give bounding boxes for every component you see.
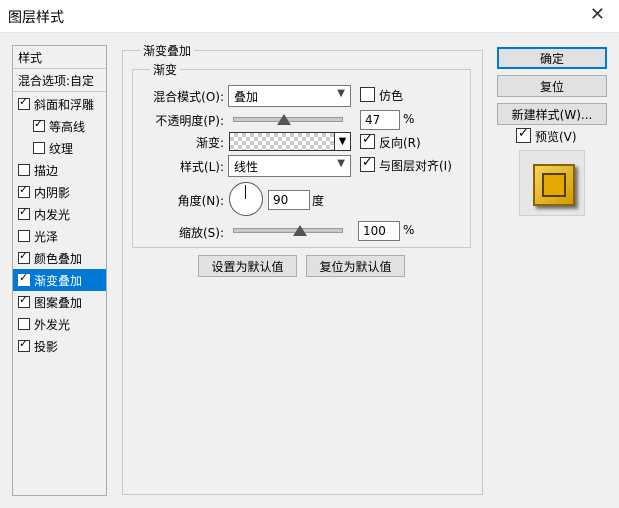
preview-checkbox[interactable]: [516, 126, 531, 143]
blend-options-item[interactable]: 混合选项:自定: [13, 69, 106, 92]
styles-list: 样式 混合选项:自定 斜面和浮雕 等高线 纹理 描边 内阴影 内发光 光泽 颜色…: [12, 45, 107, 496]
satin-checkbox[interactable]: [18, 230, 30, 242]
contour-checkbox[interactable]: [33, 117, 45, 132]
window-title: 图层样式: [8, 10, 64, 26]
style-item-label: 纹理: [49, 142, 74, 156]
angle-dial-needle: [245, 185, 246, 199]
style-item-label: 渐变叠加: [34, 274, 83, 288]
scale-unit: %: [403, 223, 415, 237]
style-item-drop-shadow[interactable]: 投影: [13, 335, 106, 357]
blend-mode-label: 混合模式(O):: [153, 90, 224, 104]
new-style-button[interactable]: 新建样式(W)...: [497, 103, 607, 125]
style-preview: [519, 150, 585, 216]
scale-slider-track[interactable]: [233, 228, 343, 233]
preview-swatch: [533, 164, 575, 206]
style-item-label: 描边: [34, 164, 59, 178]
style-item-bevel-emboss[interactable]: 斜面和浮雕: [13, 93, 106, 115]
opacity-label: 不透明度(P):: [155, 114, 224, 128]
gradient-group-title: 渐变: [150, 61, 181, 78]
reset-default-button[interactable]: 复位为默认值: [306, 255, 405, 277]
align-label: 与图层对齐(I): [379, 159, 452, 173]
dither-label: 仿色: [379, 89, 404, 103]
inner-glow-checkbox[interactable]: [18, 205, 30, 220]
angle-unit: 度: [312, 194, 325, 208]
style-item-inner-shadow[interactable]: 内阴影: [13, 181, 106, 203]
scale-slider-thumb[interactable]: [293, 225, 307, 236]
angle-input[interactable]: 90: [268, 190, 310, 210]
pattern-overlay-checkbox[interactable]: [18, 293, 30, 308]
style-item-label: 投影: [34, 340, 59, 354]
reverse-checkbox[interactable]: [360, 132, 375, 149]
style-item-label: 等高线: [49, 120, 86, 134]
style-item-label: 颜色叠加: [34, 252, 83, 266]
opacity-input[interactable]: 47: [360, 110, 400, 130]
styles-header[interactable]: 样式: [13, 46, 106, 69]
style-item-outer-glow[interactable]: 外发光: [13, 313, 106, 335]
chevron-down-icon: ▼: [337, 88, 345, 99]
style-item-satin[interactable]: 光泽: [13, 225, 106, 247]
opacity-slider-thumb[interactable]: [277, 114, 291, 125]
scale-label: 缩放(S):: [178, 226, 224, 240]
style-item-contour[interactable]: 等高线: [13, 115, 106, 137]
dither-checkbox[interactable]: [360, 87, 375, 102]
gradient-swatch[interactable]: [229, 132, 335, 151]
style-item-label: 内发光: [34, 208, 71, 222]
blend-mode-select[interactable]: 叠加 ▼: [228, 85, 351, 107]
gradient-label: 渐变:: [195, 136, 224, 150]
bevel-checkbox[interactable]: [18, 95, 30, 110]
ok-button[interactable]: 确定: [497, 47, 607, 69]
color-overlay-checkbox[interactable]: [18, 249, 30, 264]
gradient-overlay-checkbox[interactable]: [18, 271, 30, 286]
chevron-down-icon: ▼: [337, 158, 345, 169]
style-item-color-overlay[interactable]: 颜色叠加: [13, 247, 106, 269]
gradient-dropdown-icon[interactable]: ▼: [334, 132, 351, 151]
texture-checkbox[interactable]: [33, 142, 45, 154]
preview-label: 预览(V): [535, 130, 577, 144]
style-item-label: 图案叠加: [34, 296, 83, 310]
reverse-label: 反向(R): [379, 136, 421, 150]
reset-button[interactable]: 复位: [497, 75, 607, 97]
style-item-texture[interactable]: 纹理: [13, 137, 106, 159]
style-item-label: 外发光: [34, 318, 71, 332]
scale-input[interactable]: 100: [358, 221, 400, 241]
style-item-gradient-overlay[interactable]: 渐变叠加: [13, 269, 106, 291]
style-item-label: 光泽: [34, 230, 59, 244]
style-item-pattern-overlay[interactable]: 图案叠加: [13, 291, 106, 313]
style-item-label: 内阴影: [34, 186, 71, 200]
inner-shadow-checkbox[interactable]: [18, 183, 30, 198]
close-icon[interactable]: ✕: [590, 4, 605, 25]
outer-glow-checkbox[interactable]: [18, 318, 30, 330]
style-label: 样式(L):: [179, 160, 224, 174]
angle-dial[interactable]: [229, 182, 263, 216]
set-default-button[interactable]: 设置为默认值: [198, 255, 297, 277]
title-bar: 图层样式 ✕: [0, 0, 619, 33]
style-item-inner-glow[interactable]: 内发光: [13, 203, 106, 225]
style-item-label: 斜面和浮雕: [34, 98, 95, 112]
style-item-stroke[interactable]: 描边: [13, 159, 106, 181]
drop-shadow-checkbox[interactable]: [18, 337, 30, 352]
opacity-unit: %: [403, 112, 415, 126]
gradient-overlay-group-title: 渐变叠加: [140, 42, 195, 59]
stroke-checkbox[interactable]: [18, 164, 30, 176]
angle-label: 角度(N):: [177, 194, 224, 208]
align-checkbox[interactable]: [360, 155, 375, 172]
style-select[interactable]: 线性 ▼: [228, 155, 351, 177]
